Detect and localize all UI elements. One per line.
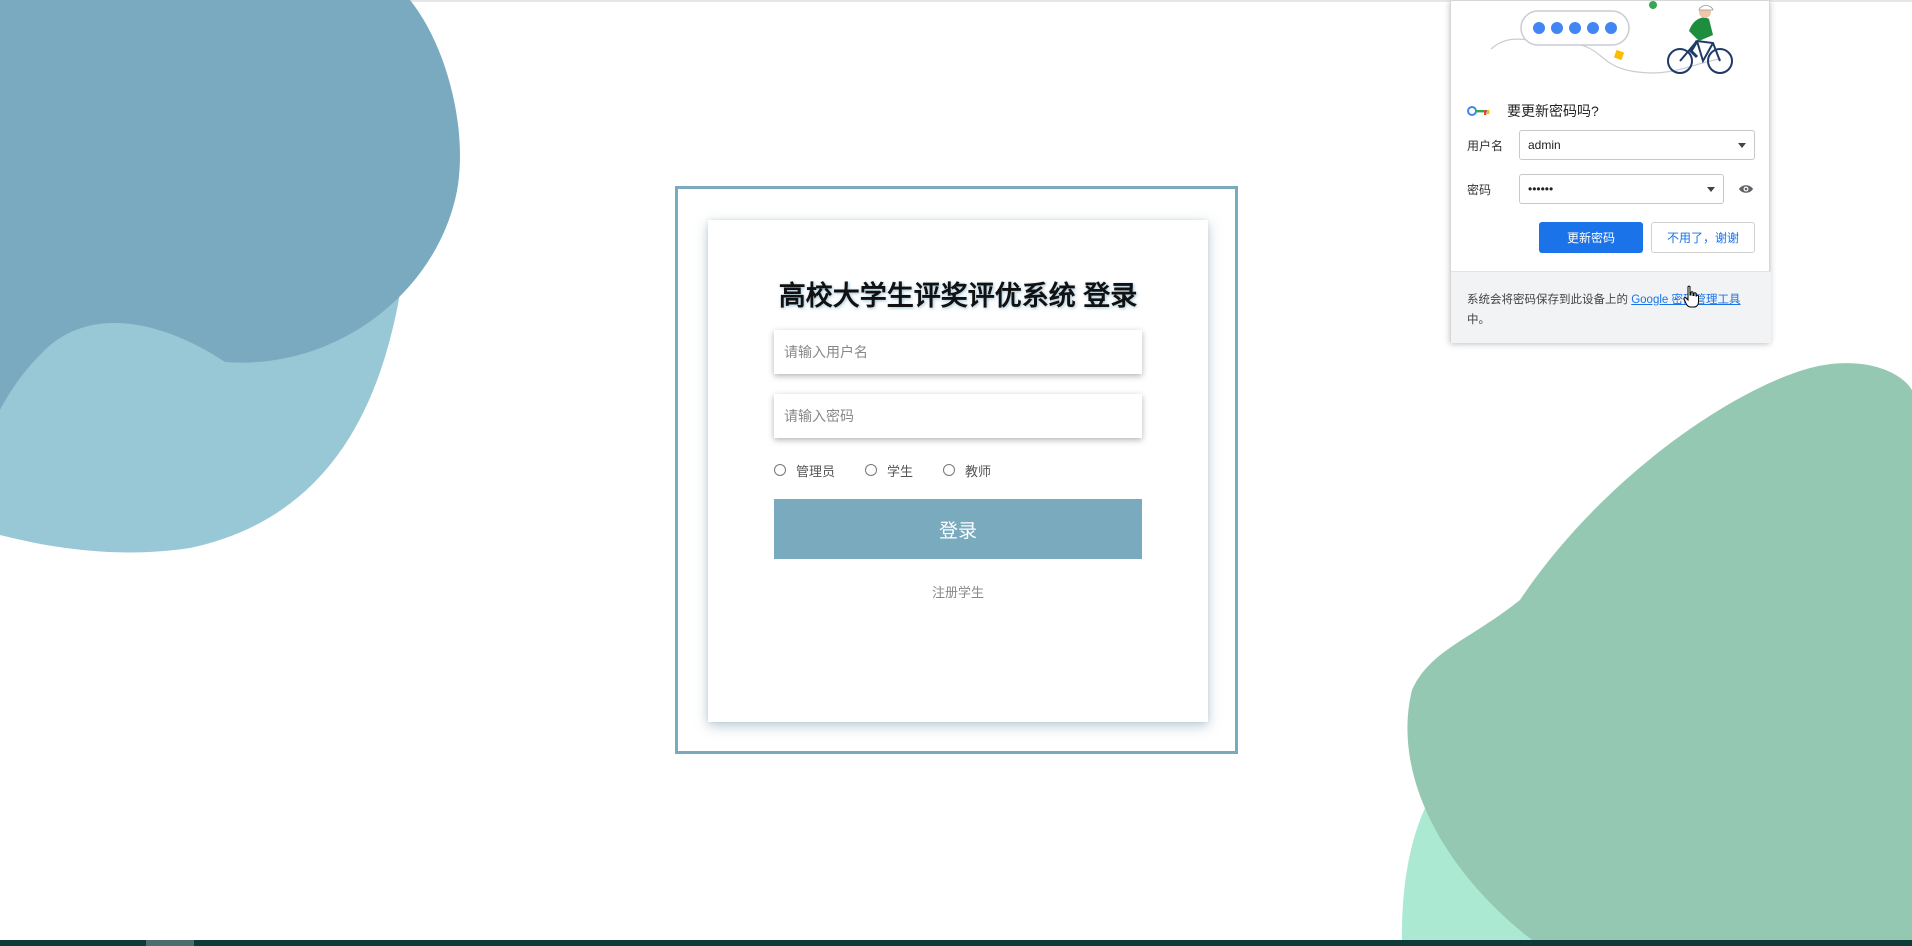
username-value: admin (1528, 138, 1561, 152)
role-option-admin[interactable]: 管理员 (774, 461, 835, 480)
login-card: 高校大学生评奖评优系统 登录 管理员 学生 教师 登录 注册学生 (708, 220, 1208, 722)
key-icon (1467, 106, 1490, 116)
password-label: 密码 (1467, 182, 1492, 197)
register-student-link[interactable]: 注册学生 (708, 582, 1208, 601)
popup-title: 要更新密码吗? (1507, 103, 1599, 119)
taskbar (0, 940, 1912, 946)
password-value: •••••• (1528, 182, 1554, 196)
footer-text: 系统会将密码保存到此设备上的 (1467, 294, 1628, 306)
role-label-teacher: 教师 (965, 463, 992, 479)
update-password-button[interactable]: 更新密码 (1539, 222, 1643, 253)
chevron-down-icon (1738, 142, 1746, 148)
chevron-down-icon (1707, 186, 1715, 192)
username-input[interactable] (774, 330, 1142, 374)
decorative-blob-top-left (0, 0, 460, 553)
username-row: 用户名 admin (1467, 130, 1755, 160)
popup-header: 要更新密码吗? (1467, 101, 1599, 121)
radio-button[interactable] (943, 464, 956, 476)
hand-pointer-icon (1683, 285, 1699, 308)
decline-button[interactable]: 不用了，谢谢 (1651, 222, 1755, 253)
username-select[interactable]: admin (1519, 130, 1755, 160)
password-input[interactable] (774, 394, 1142, 438)
decorative-blob-bottom-right (1401, 363, 1912, 946)
role-label-student: 学生 (887, 463, 914, 479)
password-row: 密码 •••••• (1467, 174, 1754, 204)
footer-suffix: 中。 (1467, 314, 1490, 326)
role-selector: 管理员 学生 教师 (774, 460, 1021, 480)
password-update-popup: 要更新密码吗? 用户名 admin 密码 •••••• 更新密码 不用了，谢谢 … (1450, 0, 1771, 343)
popup-footer: 系统会将密码保存到此设备上的 Google 密码管理工具中。 (1451, 271, 1771, 343)
login-button[interactable]: 登录 (774, 499, 1142, 559)
role-label-admin: 管理员 (796, 463, 836, 479)
taskbar-item[interactable] (146, 940, 194, 946)
cyclist-illustration-icon (1490, 1, 1733, 74)
role-option-teacher[interactable]: 教师 (943, 461, 991, 480)
login-title: 高校大学生评奖评优系统 登录 (778, 281, 1138, 311)
eye-icon[interactable] (1738, 183, 1754, 195)
username-label: 用户名 (1467, 138, 1504, 153)
radio-button[interactable] (774, 464, 786, 476)
password-select[interactable]: •••••• (1519, 174, 1724, 204)
role-option-student[interactable]: 学生 (865, 461, 913, 480)
radio-button[interactable] (865, 464, 878, 476)
